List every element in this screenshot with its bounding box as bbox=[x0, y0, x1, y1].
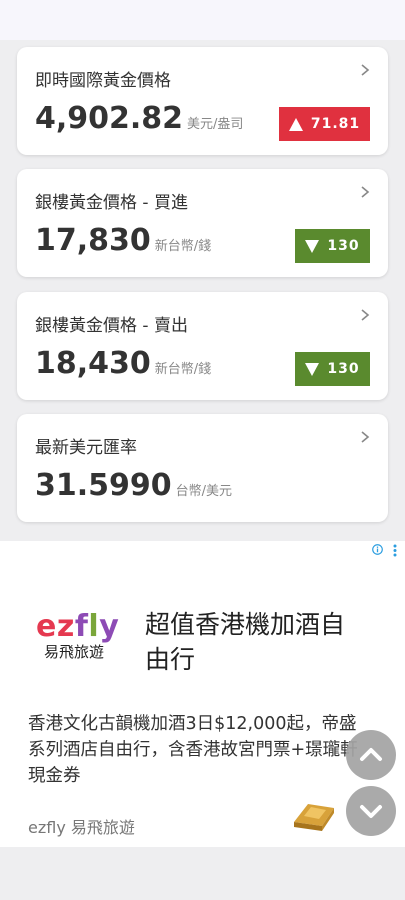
logo-letter: f bbox=[74, 609, 89, 644]
rate-unit: 台幣/美元 bbox=[175, 484, 233, 499]
chevron-right-icon bbox=[361, 431, 370, 443]
rate-value: 31.5990 台幣/美元 bbox=[35, 468, 233, 503]
price-unit: 新台幣/錢 bbox=[154, 239, 212, 254]
chevron-up-icon bbox=[360, 748, 382, 761]
price-value: 18,430 新台幣/錢 bbox=[35, 346, 212, 381]
ad-banner[interactable]: ezfly 易飛旅遊 超值香港機加酒自由行 香港文化古韻機加酒3日$12,000… bbox=[0, 541, 405, 847]
price-unit: 美元/盎司 bbox=[187, 117, 244, 132]
arrow-up-icon bbox=[288, 117, 303, 131]
card-title: 即時國際黃金價格 bbox=[35, 71, 171, 91]
chevron-right-icon bbox=[361, 309, 370, 321]
card-usd-rate[interactable]: 最新美元匯率 31.5990 台幣/美元 bbox=[17, 414, 388, 522]
arrow-down-icon bbox=[305, 362, 320, 376]
ad-brand-subtitle: 易飛旅遊 bbox=[44, 643, 105, 661]
ad-body: 香港文化古韻機加酒3日$12,000起，帝盛系列酒店自由行，含香港故宮門票+璟瓏… bbox=[28, 714, 358, 786]
ezfly-logo: ezfly bbox=[36, 609, 119, 644]
ad-advertiser: ezfly 易飛旅遊 bbox=[28, 818, 135, 837]
more-vert-icon[interactable] bbox=[393, 544, 397, 557]
price-value: 17,830 新台幣/錢 bbox=[35, 223, 212, 258]
chevron-right-icon bbox=[361, 64, 370, 76]
card-title: 最新美元匯率 bbox=[35, 438, 137, 458]
card-shop-gold-sell[interactable]: 銀樓黃金價格 - 賣出 18,430 新台幣/錢 130 bbox=[17, 292, 388, 400]
change-badge: 130 bbox=[295, 352, 370, 386]
chevron-down-icon bbox=[360, 805, 382, 818]
price-unit: 新台幣/錢 bbox=[154, 362, 212, 377]
logo-letter: y bbox=[99, 609, 120, 644]
change-badge: 71.81 bbox=[279, 107, 370, 141]
card-title: 銀樓黃金價格 - 買進 bbox=[35, 193, 188, 213]
gold-bar-icon bbox=[294, 804, 334, 831]
logo-letter: z bbox=[56, 609, 75, 644]
price-value: 4,902.82 美元/盎司 bbox=[35, 101, 244, 136]
change-badge: 130 bbox=[295, 229, 370, 263]
logo-letter: e bbox=[36, 609, 57, 644]
top-bar bbox=[0, 0, 405, 40]
card-title: 銀樓黃金價格 - 賣出 bbox=[35, 316, 188, 336]
ad-info-icon[interactable] bbox=[372, 544, 383, 555]
chevron-right-icon bbox=[361, 186, 370, 198]
ad-headline[interactable]: 超值香港機加酒自由行 bbox=[145, 607, 365, 677]
card-intl-gold-price[interactable]: 即時國際黃金價格 4,902.82 美元/盎司 71.81 bbox=[17, 47, 388, 155]
arrow-down-icon bbox=[305, 239, 320, 253]
scroll-down-button[interactable] bbox=[346, 786, 396, 836]
card-shop-gold-buy[interactable]: 銀樓黃金價格 - 買進 17,830 新台幣/錢 130 bbox=[17, 169, 388, 277]
logo-letter: l bbox=[88, 609, 100, 644]
scroll-up-button[interactable] bbox=[346, 730, 396, 780]
